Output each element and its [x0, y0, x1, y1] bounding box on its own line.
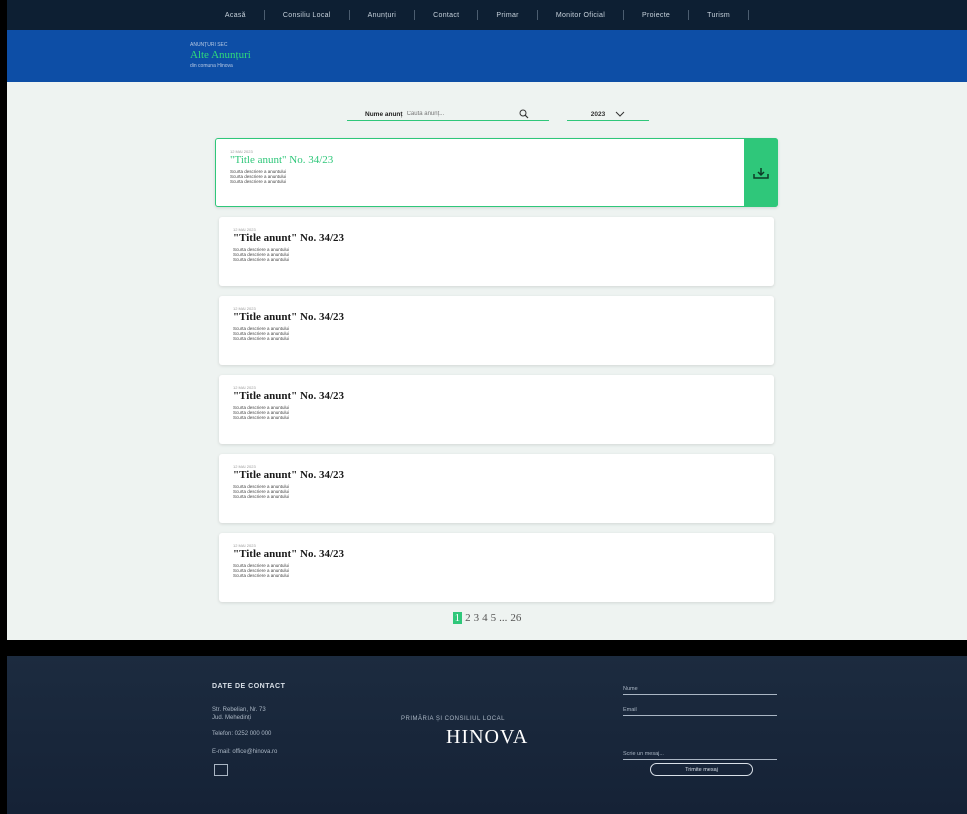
card-title[interactable]: "Title anunt" No. 34/23	[233, 469, 344, 481]
nav-divider	[414, 10, 416, 20]
nav-item-announcements[interactable]: Anunțuri	[368, 12, 396, 19]
email-field[interactable]: Email	[623, 707, 777, 716]
nav-item-projects[interactable]: Proiecte	[642, 12, 670, 19]
page-link[interactable]: 4	[482, 612, 488, 624]
card-description: Scurta descriere a anuntului Scurta desc…	[233, 247, 289, 262]
download-icon	[753, 167, 769, 179]
nav-item-contact[interactable]: Contact	[433, 12, 459, 19]
contact-email[interactable]: E-mail: office@hinova.ro	[212, 748, 277, 756]
footer-brand: HINOVA	[446, 726, 529, 748]
page: Acasă Consiliu Local Anunțuri Contact Pr…	[7, 0, 967, 814]
card-desc-line: Scurta descriere a anuntului	[233, 336, 290, 341]
announcement-card[interactable]: 12 MAI 2023 "Title anunt" No. 34/23 Scur…	[219, 296, 774, 365]
nav-divider	[348, 10, 350, 20]
card-desc-line: Scurta descriere a anuntului	[233, 573, 290, 578]
download-button[interactable]	[744, 138, 778, 207]
announcement-list: 12 MAI 2023 "Title anunt" No. 34/23 Scur…	[215, 138, 778, 612]
nav-divider	[623, 10, 625, 20]
page-link[interactable]: 2	[465, 612, 471, 624]
address-line: Jud. Mehedinți	[212, 715, 252, 721]
nav-item-tourism[interactable]: Turism	[707, 12, 730, 19]
top-navigation: Acasă Consiliu Local Anunțuri Contact Pr…	[7, 0, 967, 30]
card-desc-line: Scurta descriere a anuntului	[233, 494, 290, 499]
contact-address: Str. Rebelian, Nr. 73 Jud. Mehedinți	[212, 706, 266, 722]
send-message-button[interactable]: Trimite mesaj	[650, 763, 753, 776]
card-desc-line: Scurta descriere a anuntului	[230, 179, 287, 184]
card-title[interactable]: "Title anunt" No. 34/23	[233, 390, 344, 402]
announcement-card[interactable]: 12 MAI 2023 "Title anunt" No. 34/23 Scur…	[219, 375, 774, 444]
card-description: Scurta descriere a anuntului Scurta desc…	[233, 563, 289, 578]
search-bar: Nume anunț	[347, 108, 549, 121]
card-desc-line: Scurta descriere a anuntului	[233, 415, 290, 420]
nav-item-home[interactable]: Acasă	[225, 12, 246, 19]
search-input[interactable]	[406, 111, 477, 117]
nav-divider	[536, 10, 538, 20]
hero-subtitle: din comuna Hinova	[190, 63, 233, 69]
pagination: 1 2 3 4 5 ... 26	[7, 612, 967, 624]
search-label: Nume anunț	[365, 110, 403, 118]
card-title[interactable]: "Title anunt" No. 34/23	[230, 154, 333, 166]
card-description: Scurta descriere a anuntului Scurta desc…	[233, 405, 289, 420]
announcement-card[interactable]: 12 MAI 2023 "Title anunt" No. 34/23 Scur…	[219, 533, 774, 602]
page-link-last[interactable]: 26	[510, 612, 521, 624]
name-field[interactable]: Nume	[623, 686, 777, 695]
hero-banner: ANUNȚURI SEC Alte Anunțuri din comuna Hi…	[7, 30, 967, 82]
contact-heading: DATE DE CONTACT	[212, 683, 286, 690]
page-title: Alte Anunțuri	[190, 49, 251, 61]
nav-item-council[interactable]: Consiliu Local	[283, 12, 331, 19]
card-description: Scurta descriere a anuntului Scurta desc…	[233, 326, 289, 341]
page-ellipsis: ...	[499, 612, 508, 624]
search-icon[interactable]	[519, 109, 529, 119]
footer-divider	[7, 640, 967, 656]
year-select-value: 2023	[590, 110, 606, 118]
card-description: Scurta descriere a anuntului Scurta desc…	[230, 169, 286, 184]
contact-phone[interactable]: Telefon: 0252 000 000	[212, 730, 271, 738]
page-link[interactable]: 3	[474, 612, 480, 624]
announcement-card[interactable]: 12 MAI 2023 "Title anunt" No. 34/23 Scur…	[219, 454, 774, 523]
nav-divider	[263, 10, 265, 20]
card-desc-line: Scurta descriere a anuntului	[233, 257, 290, 262]
nav-divider	[477, 10, 479, 20]
hero-kicker: ANUNȚURI SEC	[190, 42, 228, 48]
card-title[interactable]: "Title anunt" No. 34/23	[233, 311, 344, 323]
year-select[interactable]: 2023	[567, 108, 649, 121]
announcement-card[interactable]: 12 MAI 2023 "Title anunt" No. 34/23 Scur…	[219, 217, 774, 286]
card-title[interactable]: "Title anunt" No. 34/23	[233, 548, 344, 560]
message-field[interactable]: Scrie un mesaj...	[623, 751, 777, 760]
footer-org-name: PRIMĂRIA ȘI CONSILIUL LOCAL	[401, 716, 505, 722]
nav-divider	[748, 10, 750, 20]
page-link[interactable]: 5	[491, 612, 497, 624]
facebook-icon[interactable]	[214, 764, 228, 776]
nav-item-mayor[interactable]: Primar	[496, 12, 518, 19]
chevron-down-icon	[615, 111, 625, 117]
card-description: Scurta descriere a anuntului Scurta desc…	[233, 484, 289, 499]
card-title[interactable]: "Title anunt" No. 34/23	[233, 232, 344, 244]
nav-divider	[688, 10, 690, 20]
page-link-current[interactable]: 1	[452, 612, 463, 624]
address-line: Str. Rebelian, Nr. 73	[212, 707, 266, 713]
announcement-card-active[interactable]: 12 MAI 2023 "Title anunt" No. 34/23 Scur…	[215, 138, 778, 207]
footer: DATE DE CONTACT Str. Rebelian, Nr. 73 Ju…	[7, 656, 967, 814]
nav-item-monitor[interactable]: Monitor Oficial	[556, 12, 605, 19]
